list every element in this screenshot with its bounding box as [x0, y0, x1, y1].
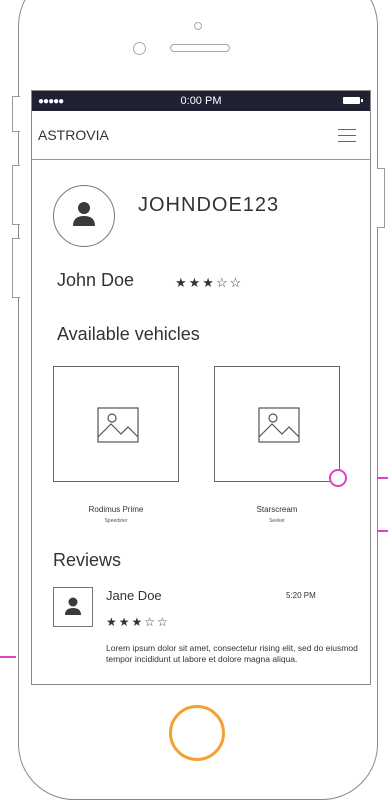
brand-logo[interactable]: ASTROVIA	[38, 127, 109, 143]
vehicle-type: Seeker	[269, 518, 285, 524]
side-button-volume-up	[12, 165, 20, 225]
profile-avatar[interactable]	[53, 185, 115, 247]
profile-username: JOHNDOE123	[138, 194, 280, 216]
vehicle-type: Speedster	[104, 518, 128, 524]
vehicle-card-image[interactable]	[53, 366, 179, 482]
profile-rating-stars: ★★★☆☆	[175, 275, 244, 290]
vehicle-card-image[interactable]	[214, 366, 340, 482]
review-text: Lorem ipsum dolor sit amet, consectetur …	[106, 643, 358, 664]
review-author: Jane Doe	[106, 588, 162, 603]
status-time: 0:00 PM	[180, 95, 222, 107]
annotation-link-node	[329, 469, 347, 487]
side-button-volume-down	[12, 238, 20, 298]
vehicle-name: Starscream	[256, 505, 298, 514]
battery-icon	[343, 97, 363, 104]
side-button-power	[377, 168, 385, 228]
hamburger-menu-icon[interactable]	[338, 129, 356, 143]
camera-dot	[194, 22, 202, 30]
front-camera	[133, 42, 146, 55]
vehicle-name: Rodimus Prime	[88, 505, 144, 514]
image-placeholder-icon	[258, 407, 300, 443]
top-nav: ASTROVIA	[32, 111, 370, 160]
review-time: 5:20 PM	[286, 591, 316, 600]
side-button-mute	[12, 96, 20, 132]
user-icon	[73, 202, 95, 226]
review-avatar[interactable]	[53, 587, 93, 627]
reviews-heading: Reviews	[53, 550, 122, 570]
speaker-grille	[170, 44, 230, 52]
review-rating-stars: ★★★☆☆	[106, 615, 170, 629]
profile-full-name: John Doe	[57, 270, 135, 290]
status-bar: ●●●●● 0:00 PM	[32, 91, 370, 111]
home-button[interactable]	[169, 705, 225, 761]
vehicles-heading: Available vehicles	[57, 324, 200, 344]
image-placeholder-icon	[97, 407, 139, 443]
user-icon	[65, 597, 81, 615]
annotation-line-left	[0, 656, 16, 658]
